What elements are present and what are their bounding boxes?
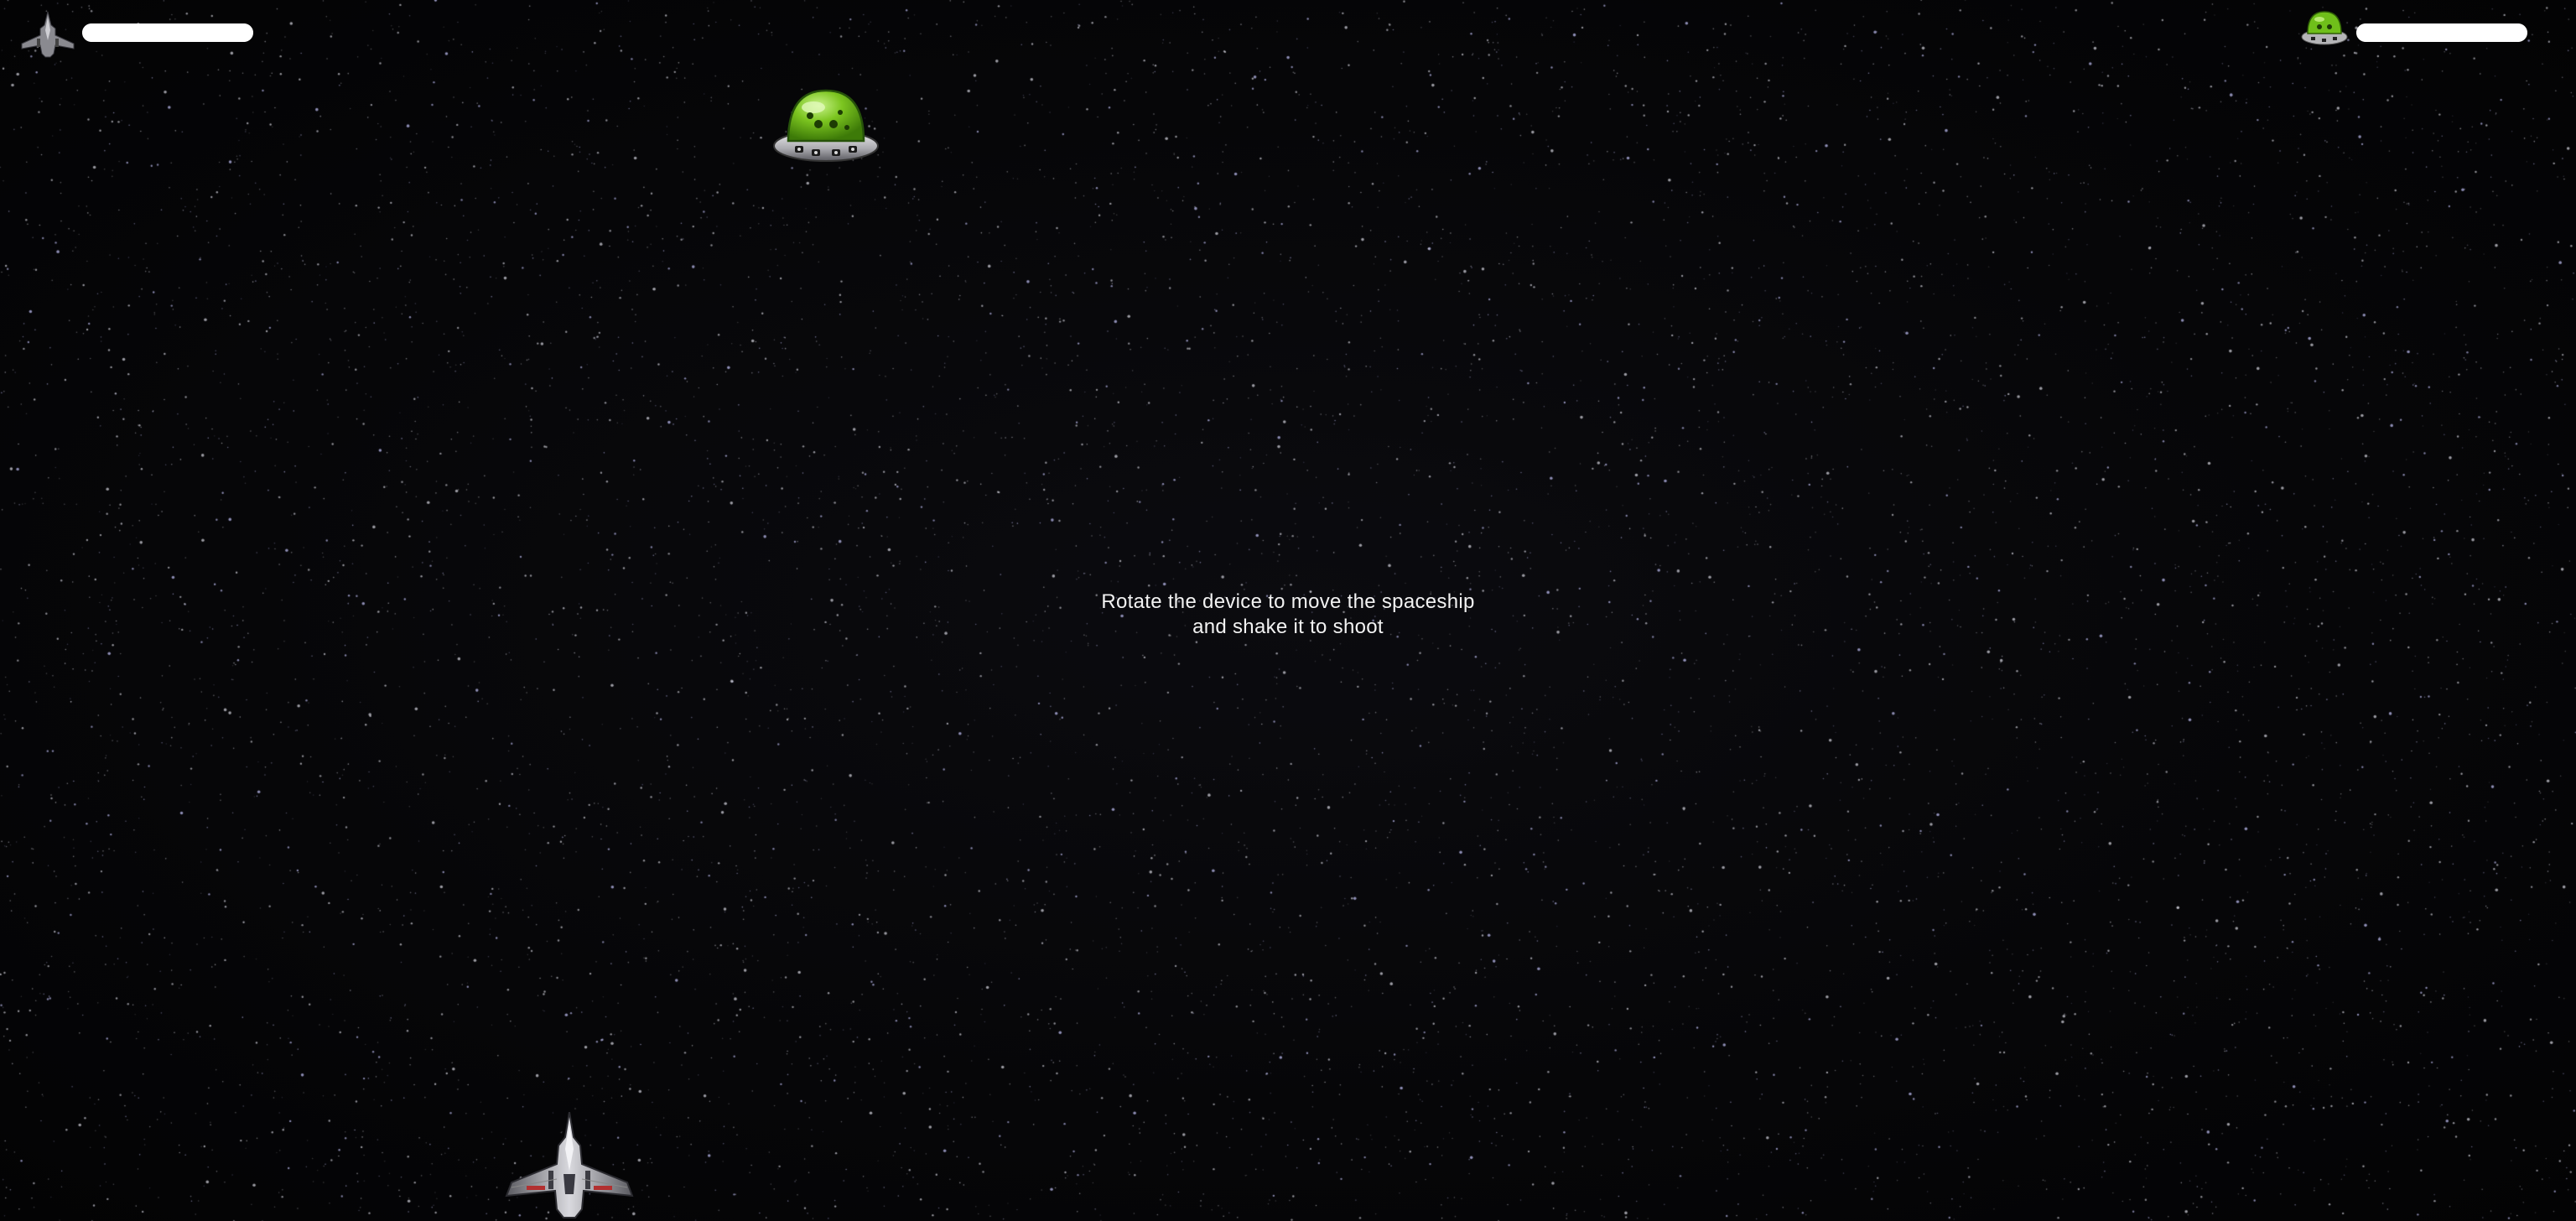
enemy-health-fill	[2356, 23, 2527, 42]
instructions-line-2: and shake it to shoot	[1192, 616, 1384, 638]
enemy-health-bar	[2356, 23, 2527, 42]
game-stage[interactable]: Rotate the device to move the spaceship …	[0, 0, 2576, 1221]
alien-ufo	[770, 82, 882, 166]
player-spaceship[interactable]	[501, 1111, 637, 1221]
player-spaceship-icon	[18, 10, 77, 60]
instructions-line-1: Rotate the device to move the spaceship	[1101, 590, 1475, 613]
player-health-fill	[82, 23, 253, 42]
alien-ufo-icon	[2299, 7, 2350, 49]
instructions-text: Rotate the device to move the spaceship …	[1036, 590, 1540, 640]
player-health-bar	[82, 23, 253, 42]
